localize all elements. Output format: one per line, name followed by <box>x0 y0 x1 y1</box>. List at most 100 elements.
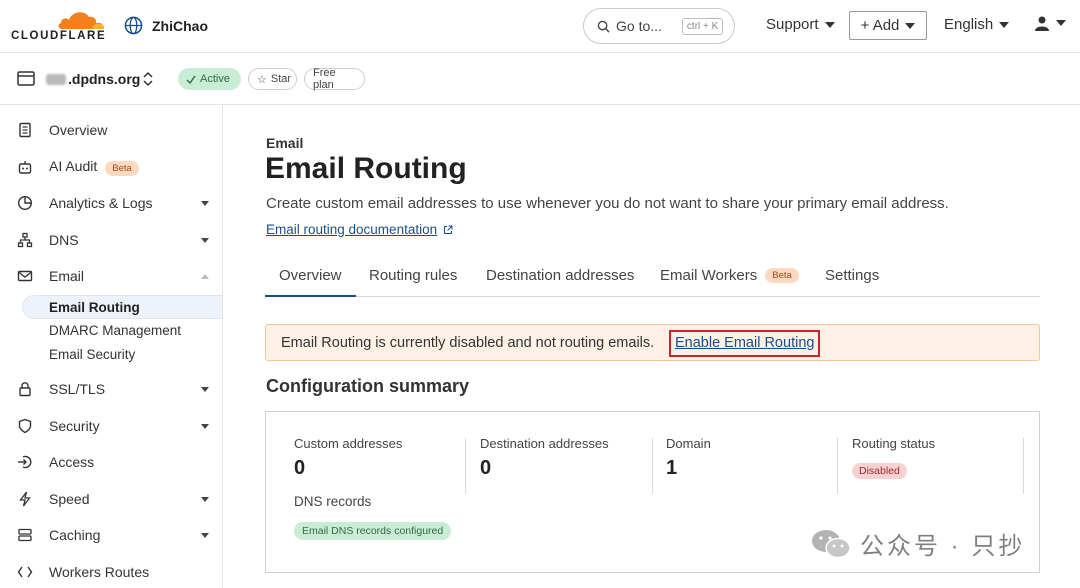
sidebar-item-overview[interactable]: Overview <box>0 115 222 145</box>
zone-domain[interactable]: .dpdns.org <box>46 71 140 87</box>
sidebar-item-caching[interactable]: Caching <box>0 520 222 550</box>
sidebar-subitem-email-security[interactable]: Email Security <box>49 347 135 362</box>
sidebar-item-email[interactable]: Email <box>0 261 222 291</box>
stat-value: 0 <box>294 457 306 479</box>
status-text: Active <box>200 73 230 85</box>
sidebar-item-label: Email <box>49 268 85 284</box>
wechat-icon <box>812 529 851 558</box>
page-description: Create custom email addresses to use whe… <box>266 195 949 212</box>
sidebar-item-label: Workers Routes <box>49 564 150 580</box>
star-label: Star <box>270 73 292 85</box>
star-icon: ☆ <box>257 73 267 86</box>
zone-domain-text: .dpdns.org <box>68 71 141 87</box>
chevron-down-icon <box>201 532 209 538</box>
stat-value: 0 <box>480 457 492 479</box>
page-title: Email Routing <box>265 152 467 185</box>
support-menu[interactable]: Support <box>766 16 835 33</box>
main-content: Email Email Routing Create custom email … <box>223 105 1080 588</box>
sidebar-subitem-email-routing[interactable]: Email Routing <box>22 295 222 319</box>
watermark: 公众号 · 只抄 <box>810 526 1025 561</box>
enable-email-routing-link[interactable]: Enable Email Routing <box>669 330 821 357</box>
chevron-down-icon <box>824 21 835 28</box>
plan-label: Free plan <box>313 67 336 91</box>
sidebar-item-ssl-tls[interactable]: SSL/TLS <box>0 374 222 404</box>
search-icon <box>597 20 610 33</box>
status-badge: Active <box>178 68 241 90</box>
network-icon <box>17 232 33 248</box>
dns-records-badge: Email DNS records configured <box>294 522 452 540</box>
divider <box>652 438 653 494</box>
chevron-down-icon <box>201 237 209 243</box>
goto-search[interactable]: Go to... ctrl + K <box>583 8 735 44</box>
lock-icon <box>19 382 31 397</box>
domain-stat: Domain 1 <box>666 436 711 480</box>
stat-label: Custom addresses <box>294 436 403 451</box>
tab-settings[interactable]: Settings <box>825 267 879 284</box>
add-label: + Add <box>860 17 900 34</box>
language-menu[interactable]: English <box>944 16 1010 33</box>
sidebar-item-dns[interactable]: DNS <box>0 225 222 255</box>
custom-addresses-stat: Custom addresses 0 <box>294 436 402 480</box>
account-switcher[interactable]: ZhiChao <box>124 16 208 35</box>
beta-badge: Beta <box>105 161 139 176</box>
sidebar-item-security[interactable]: Security <box>0 411 222 441</box>
sidebar-item-label: Security <box>49 418 100 434</box>
documentation-link-label: Email routing documentation <box>266 222 438 237</box>
switch-zone-icon[interactable] <box>142 70 154 88</box>
tab-email-workers[interactable]: Email Workers Beta <box>660 267 799 284</box>
chevron-up-icon <box>201 273 209 279</box>
sidebar-item-workers-routes[interactable]: Workers Routes <box>0 557 222 587</box>
goto-label: Go to... <box>616 18 662 34</box>
star-button[interactable]: ☆ Star <box>248 68 297 90</box>
sidebar-item-label: Caching <box>49 527 101 543</box>
breadcrumb: Email <box>266 135 304 151</box>
routing-status-stat: Routing status Disabled <box>852 436 935 479</box>
sidebar-item-access[interactable]: Access <box>0 447 222 477</box>
tab-destination-addresses[interactable]: Destination addresses <box>486 267 634 284</box>
stat-label: Domain <box>666 436 711 451</box>
access-icon <box>18 455 32 469</box>
chevron-down-icon <box>201 386 209 392</box>
external-link-icon <box>444 225 453 234</box>
beta-badge: Beta <box>765 268 799 283</box>
sidebar-item-label: Access <box>49 454 95 470</box>
tab-overview[interactable]: Overview <box>279 267 342 284</box>
shield-icon <box>18 418 32 434</box>
chevron-down-icon <box>999 21 1010 28</box>
dns-records-label: DNS records <box>294 494 372 509</box>
caching-icon <box>18 528 32 542</box>
status-badge: Disabled <box>852 463 907 479</box>
tab-routing-rules[interactable]: Routing rules <box>369 267 457 284</box>
cloudflare-logo[interactable]: CLOUDFLARE <box>10 6 106 44</box>
stat-value: 1 <box>666 457 678 479</box>
user-menu[interactable] <box>1034 15 1066 31</box>
add-button[interactable]: + Add <box>849 11 927 40</box>
watermark-text: 公众号 · 只抄 <box>860 533 1026 560</box>
cloud-logo-icon <box>58 12 105 29</box>
sidebar-item-label: Analytics & Logs <box>49 195 153 211</box>
stat-label: Destination addresses <box>480 436 609 451</box>
tab-bar: Overview Routing rules Destination addre… <box>265 257 1040 297</box>
sidebar-item-label: Speed <box>49 491 90 507</box>
chevron-down-icon <box>905 22 916 29</box>
document-icon <box>19 122 31 138</box>
lightning-icon <box>19 491 31 507</box>
plan-badge[interactable]: Free plan <box>304 67 365 91</box>
zone-bar: .dpdns.org Active ☆ Star Free plan <box>0 53 1080 105</box>
email-icon <box>17 270 33 282</box>
active-tab-indicator <box>265 295 356 297</box>
top-bar: CLOUDFLARE ZhiChao Go to... ctrl + K Sup… <box>0 0 1080 53</box>
sidebar-item-label: AI Audit Beta <box>49 158 139 176</box>
sidebar-item-analytics[interactable]: Analytics & Logs <box>0 188 222 218</box>
sidebar: Overview AI Audit Beta Analytics & Logs D… <box>0 105 223 588</box>
account-name: ZhiChao <box>152 17 208 34</box>
sidebar-item-speed[interactable]: Speed <box>0 484 222 514</box>
sidebar-subitem-dmarc[interactable]: DMARC Management <box>49 323 181 338</box>
globe-icon <box>124 16 143 35</box>
chevron-down-icon <box>201 200 209 206</box>
stat-label: Routing status <box>852 436 936 451</box>
divider <box>837 438 838 494</box>
divider <box>465 438 466 494</box>
sidebar-item-ai-audit[interactable]: AI Audit Beta <box>0 152 222 182</box>
documentation-link[interactable]: Email routing documentation <box>266 222 453 237</box>
